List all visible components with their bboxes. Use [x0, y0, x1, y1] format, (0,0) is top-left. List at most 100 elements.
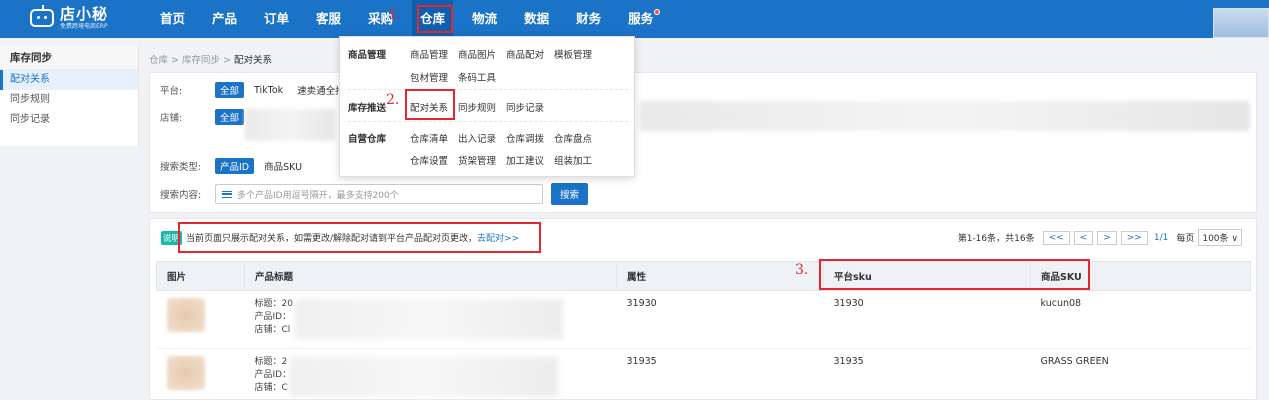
table-row: 标题：2 产品ID： 店铺：C 31935 31935 GRASS GREEN — [156, 348, 1251, 400]
cell-platform-sku: 31935 — [823, 348, 1031, 400]
shop-label: 店铺: — [160, 113, 183, 124]
nav-orders[interactable]: 订单 — [264, 0, 289, 38]
menu-item-warehouse-transfer[interactable]: 仓库调拨 — [506, 131, 544, 145]
shop-all-tag[interactable]: 全部 — [215, 109, 245, 125]
blurred-title — [294, 299, 563, 339]
cell-sku: kucun08 — [1030, 290, 1251, 349]
list-icon — [222, 190, 232, 198]
menu-item-warehouse-list[interactable]: 仓库清单 — [410, 131, 448, 145]
blurred-title — [289, 357, 558, 397]
breadcrumb: 仓库 > 库存同步 > 配对关系 — [149, 52, 272, 66]
sidebar-item-sync-rules[interactable]: 同步规则 — [0, 90, 138, 110]
search-type-product-id[interactable]: 产品ID — [215, 158, 255, 174]
breadcrumb-inventory-sync[interactable]: 库存同步 — [182, 55, 220, 66]
platform-row: 平台: 全部 TikTok 速卖通全托 — [160, 82, 359, 98]
blurred-shop-list — [245, 109, 335, 141]
filter-panel: 平台: 全部 TikTok 速卖通全托 店铺: 全部 搜索类型: 产品ID 商品… — [149, 72, 1257, 213]
shop-row: 店铺: 全部 — [160, 109, 254, 125]
breadcrumb-sep: > — [168, 55, 183, 66]
warehouse-dropdown-menu: 商品管理 商品管理 商品图片 商品配对 模板管理 包材管理 条码工具 库存推送 … — [339, 36, 635, 177]
search-type-sku[interactable]: 商品SKU — [264, 159, 302, 173]
logo-name: 店小秘 — [60, 4, 109, 23]
sidebar-item-sync-records[interactable]: 同步记录 — [0, 110, 138, 130]
logo[interactable]: 店小秘 免费跨境电商ERP — [30, 3, 108, 33]
search-type-row: 搜索类型: 产品ID 商品SKU — [160, 158, 316, 174]
last-page-button[interactable]: >> — [1120, 230, 1148, 245]
notification-dot-icon — [654, 9, 661, 15]
col-header-title: 产品标题 — [244, 261, 617, 291]
annotation-box-warehouse — [417, 5, 453, 33]
col-header-image: 图片 — [156, 261, 245, 291]
nav-products[interactable]: 产品 — [212, 0, 237, 38]
logo-subtitle: 免费跨境电商ERP — [60, 22, 108, 30]
cell-attribute: 31935 — [616, 348, 824, 400]
platform-label: 平台: — [160, 86, 183, 97]
avatar[interactable] — [1213, 8, 1269, 38]
menu-item-in-out-records[interactable]: 出入记录 — [458, 131, 496, 145]
menu-item-sync-rules[interactable]: 同步规则 — [458, 100, 496, 114]
cell-platform-sku: 31930 — [823, 290, 1031, 349]
menu-item-stocktake[interactable]: 仓库盘点 — [554, 131, 592, 145]
menu-item-packaging[interactable]: 包材管理 — [410, 70, 448, 84]
page-indicator: 1/1 — [1153, 232, 1169, 243]
search-content-label: 搜索内容: — [160, 190, 202, 201]
first-page-button[interactable]: << — [1042, 230, 1070, 245]
platform-aliexpress-tag[interactable]: 速卖通全托 — [297, 83, 345, 97]
menu-item-product-mgmt[interactable]: 商品管理 — [410, 47, 448, 61]
search-content-row: 搜索内容: 多个产品ID用逗号隔开，最多支持200个 搜索 — [160, 183, 589, 205]
platform-all-tag[interactable]: 全部 — [215, 82, 245, 98]
menu-item-template-mgmt[interactable]: 模板管理 — [554, 47, 592, 61]
sidebar-title: 库存同步 — [0, 46, 138, 70]
search-button[interactable]: 搜索 — [551, 183, 589, 205]
cell-attribute: 31930 — [616, 290, 824, 349]
menu-item-processing-advice[interactable]: 加工建议 — [506, 153, 544, 167]
menu-item-sync-records[interactable]: 同步记录 — [506, 100, 544, 114]
blurred-shop-list — [640, 101, 1250, 131]
pagination-summary: 第1-16条，共16条 — [957, 234, 1035, 244]
next-page-button[interactable]: > — [1097, 230, 1117, 245]
prev-page-button[interactable]: < — [1073, 230, 1094, 245]
nav-services[interactable]: 服务 — [628, 0, 661, 38]
menu-item-barcode-tool[interactable]: 条码工具 — [458, 70, 496, 84]
annotation-box-sku-columns — [819, 259, 1090, 290]
pagination: 第1-16条，共16条 << < > >> 1/1 每页 100条 ∨ — [958, 229, 1242, 246]
breadcrumb-warehouse[interactable]: 仓库 — [149, 55, 168, 66]
annotation-box-note — [178, 222, 541, 253]
group-label-own-warehouse: 自营仓库 — [348, 134, 387, 145]
sidebar: 库存同步 配对关系 同步规则 同步记录 — [0, 46, 139, 146]
menu-item-shelf-mgmt[interactable]: 货架管理 — [458, 153, 496, 167]
breadcrumb-current: 配对关系 — [234, 55, 273, 66]
group-label-inventory-push: 库存推送 — [348, 103, 387, 114]
nav-finance[interactable]: 财务 — [576, 0, 601, 38]
menu-item-warehouse-settings[interactable]: 仓库设置 — [410, 153, 448, 167]
annotation-number-3: 3. — [795, 262, 809, 278]
col-header-attribute: 属性 — [616, 261, 824, 291]
menu-item-product-images[interactable]: 商品图片 — [458, 47, 496, 61]
cell-sku: GRASS GREEN — [1030, 348, 1251, 400]
search-input[interactable]: 多个产品ID用逗号隔开，最多支持200个 — [215, 184, 543, 204]
per-page-label: 每页 — [1176, 234, 1195, 244]
per-page-select[interactable]: 100条 ∨ — [1198, 229, 1242, 246]
breadcrumb-sep: > — [220, 55, 235, 66]
menu-item-assembly[interactable]: 组装加工 — [554, 153, 592, 167]
top-navbar: 店小秘 免费跨境电商ERP 首页 产品 订单 客服 采购 仓库 物流 数据 财务… — [0, 0, 1269, 38]
product-thumbnail — [166, 298, 205, 332]
menu-divider — [348, 89, 628, 90]
annotation-number-2: 2. — [386, 92, 400, 108]
nav-services-label: 服务 — [628, 11, 654, 26]
nav-data[interactable]: 数据 — [524, 0, 549, 38]
table-row: 标题：20 产品ID： 店铺：Cl 31930 31930 kucun08 — [156, 290, 1251, 349]
platform-tiktok-tag[interactable]: TikTok — [254, 85, 283, 96]
robot-logo-icon — [30, 5, 54, 27]
annotation-number-1: 1. — [388, 7, 402, 23]
search-placeholder: 多个产品ID用逗号隔开，最多支持200个 — [237, 190, 399, 201]
group-label-product-mgmt: 商品管理 — [348, 50, 387, 61]
annotation-box-pairing — [405, 89, 455, 120]
product-thumbnail — [166, 356, 205, 390]
nav-service[interactable]: 客服 — [316, 0, 341, 38]
nav-logistics[interactable]: 物流 — [472, 0, 497, 38]
nav-home[interactable]: 首页 — [160, 0, 185, 38]
sidebar-item-pairing[interactable]: 配对关系 — [0, 70, 138, 90]
menu-divider — [348, 121, 628, 122]
menu-item-product-pairing[interactable]: 商品配对 — [506, 47, 544, 61]
